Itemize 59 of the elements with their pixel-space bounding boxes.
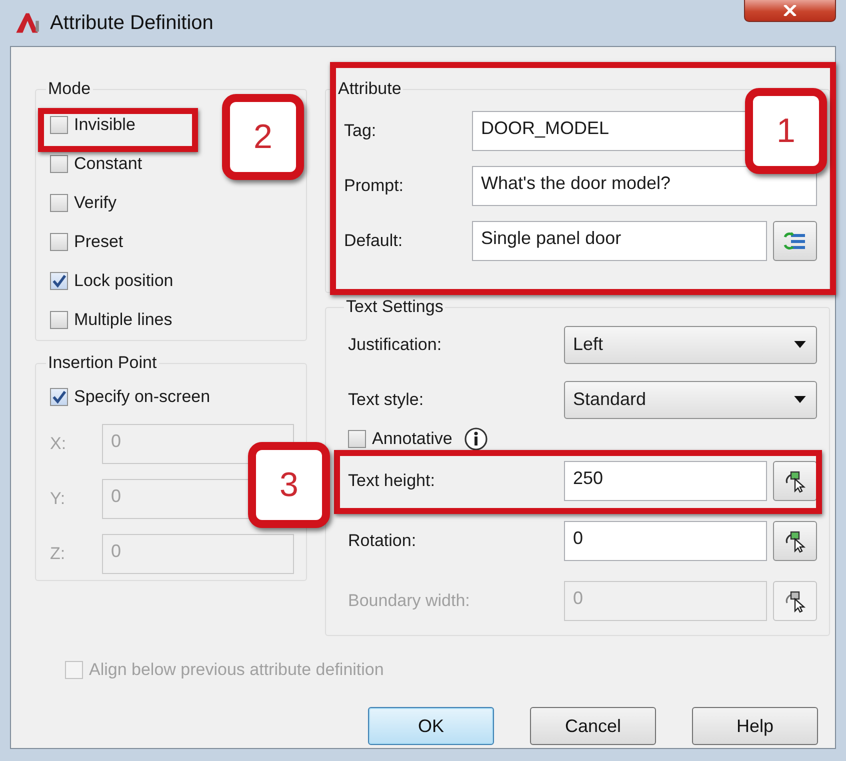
group-title: Mode — [47, 79, 92, 99]
app-icon — [14, 12, 40, 34]
cursor-icon — [783, 469, 807, 493]
checkbox[interactable] — [50, 310, 68, 328]
input-field[interactable]: 250 — [564, 461, 767, 501]
callout-tooltip: 3 — [248, 442, 330, 528]
field-label: X: — [50, 434, 68, 454]
group-title: Attribute — [337, 79, 402, 99]
dialog-button[interactable]: Cancel — [530, 707, 656, 745]
field-label: Boundary width: — [348, 591, 471, 611]
checkbox[interactable] — [50, 232, 68, 250]
dialog-button[interactable]: OK — [368, 707, 494, 745]
cursor-icon — [783, 589, 807, 613]
window-title: Attribute Definition — [50, 12, 214, 34]
caret-icon — [794, 396, 806, 403]
checkbox[interactable] — [50, 388, 68, 406]
group-title: Insertion Point — [47, 353, 158, 373]
field-label: Text height: — [348, 471, 436, 491]
field-label: Y: — [50, 488, 66, 508]
field-label: Z: — [50, 544, 66, 564]
checkbox[interactable] — [50, 194, 68, 212]
info-icon[interactable] — [464, 427, 488, 451]
pick-point-button[interactable] — [773, 461, 817, 501]
dropdown[interactable]: Standard — [564, 380, 817, 418]
field-label: Text style: — [348, 390, 425, 410]
checkbox-label: Verify — [74, 192, 117, 212]
callout-tooltip: 2 — [222, 94, 304, 180]
field-label: Default: — [343, 230, 404, 250]
field-label: Tag: — [343, 120, 378, 140]
field-label: Justification: — [348, 334, 443, 354]
list-arrows-icon — [783, 230, 807, 250]
close-button[interactable] — [744, 0, 836, 22]
cursor-icon — [783, 529, 807, 553]
pick-point-button[interactable] — [773, 521, 817, 561]
checkbox-label: Align below previous attribute definition — [89, 660, 384, 680]
checkbox-label: Lock position — [74, 270, 174, 290]
insert-field-button[interactable] — [773, 220, 817, 260]
checkbox-label: Constant — [74, 154, 142, 174]
checkbox[interactable] — [348, 430, 366, 448]
pick-point-button[interactable] — [773, 581, 817, 621]
callout-tooltip: 1 — [745, 88, 827, 174]
input-field[interactable]: What's the door model? — [472, 166, 817, 206]
dropdown[interactable]: Left — [564, 326, 817, 364]
checkbox-label: Annotative — [372, 429, 452, 449]
dialog-button[interactable]: Help — [692, 707, 818, 745]
checkbox[interactable] — [50, 116, 68, 134]
checkbox-label: Specify on-screen — [74, 386, 210, 406]
input-field[interactable]: 0 — [564, 521, 767, 561]
checkbox-label: Preset — [74, 232, 124, 252]
checkbox-label: Invisible — [74, 114, 136, 134]
checkbox[interactable] — [50, 272, 68, 290]
checkbox-label: Multiple lines — [74, 310, 172, 330]
input-field[interactable]: Single panel door — [472, 220, 767, 260]
field-label: Prompt: — [343, 176, 405, 196]
checkbox[interactable] — [50, 154, 68, 172]
caret-icon — [794, 341, 806, 348]
group-title: Text Settings — [345, 297, 444, 317]
field-label: Rotation: — [348, 531, 418, 551]
close-icon — [783, 5, 797, 16]
